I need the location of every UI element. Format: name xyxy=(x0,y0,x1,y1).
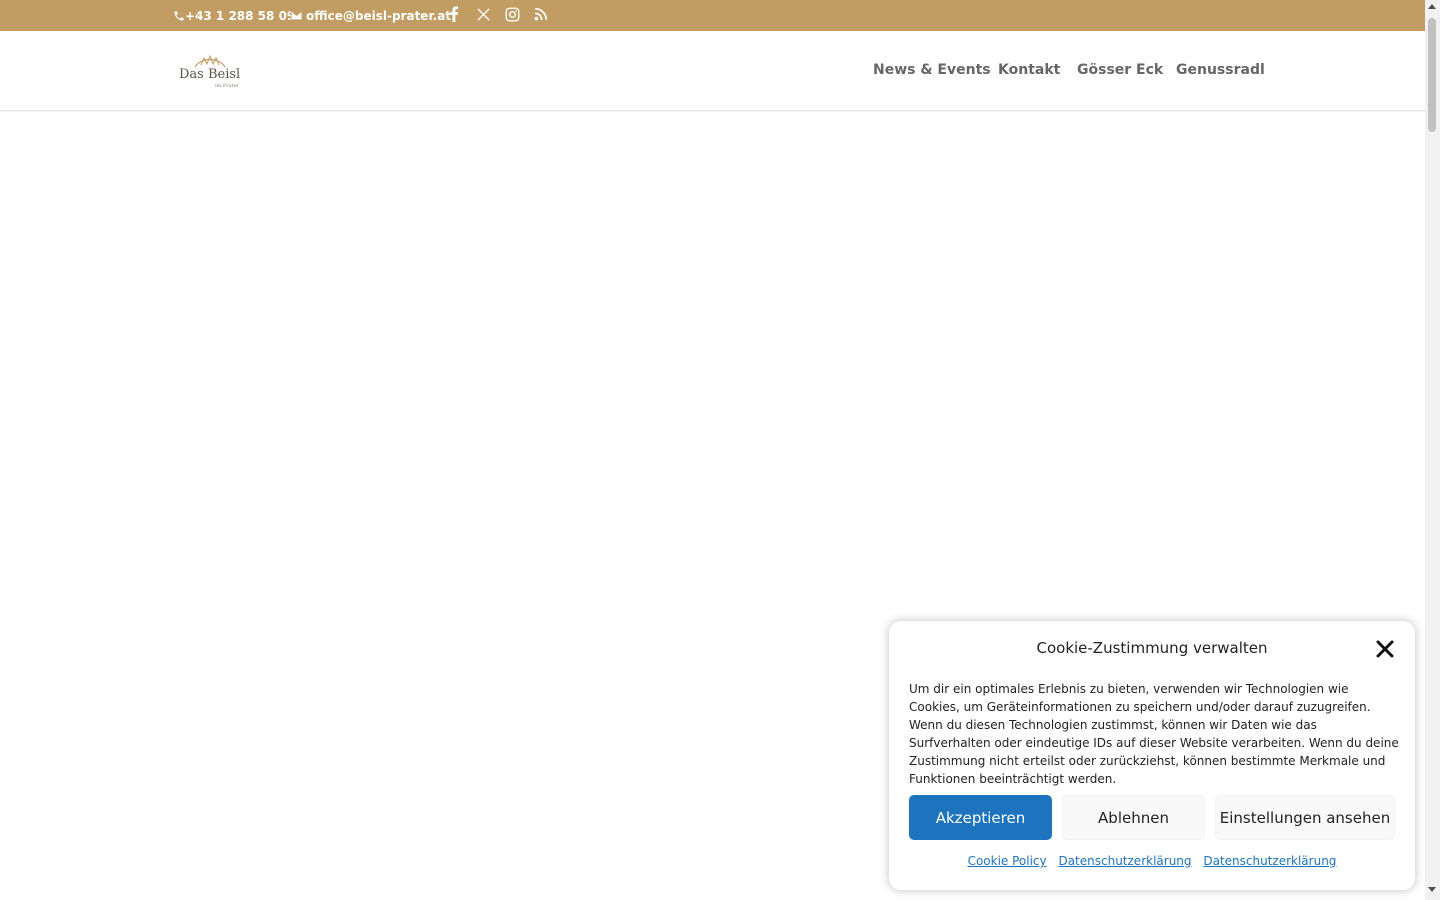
email-icon xyxy=(290,10,303,21)
site-header: Das Beisl im Prater News & Events Kontak… xyxy=(0,31,1425,111)
nav-item-genussradl[interactable]: Genussradl xyxy=(1176,62,1265,78)
facebook-icon[interactable] xyxy=(445,5,463,23)
email-contact[interactable]: office@beisl-prater.at xyxy=(290,0,451,31)
logo-text: Das Beisl xyxy=(179,67,241,82)
phone-number: +43 1 288 58 09 xyxy=(185,8,296,23)
view-preferences-button[interactable]: Einstellungen ansehen xyxy=(1215,795,1395,840)
nav-item-goesser-eck[interactable]: Gösser Eck xyxy=(1077,62,1163,78)
scroll-down-arrow-icon[interactable] xyxy=(1428,887,1436,892)
nav-item-news-events[interactable]: News & Events xyxy=(873,62,991,78)
cookie-dialog-links: Cookie Policy Datenschutzerklärung Daten… xyxy=(889,854,1415,868)
scrollbar-thumb[interactable] xyxy=(1428,18,1436,132)
privacy-policy-link[interactable]: Datenschutzerklärung xyxy=(1058,854,1191,868)
phone-icon xyxy=(174,11,184,20)
cookie-consent-dialog: Cookie-Zustimmung verwalten Um dir ein o… xyxy=(889,621,1415,890)
nav-item-kontakt[interactable]: Kontakt xyxy=(998,62,1060,78)
email-address: office@beisl-prater.at xyxy=(306,8,452,23)
cookie-dialog-title: Cookie-Zustimmung verwalten xyxy=(1036,639,1268,657)
privacy-policy-link-2[interactable]: Datenschutzerklärung xyxy=(1203,854,1336,868)
phone-contact[interactable]: +43 1 288 58 09 xyxy=(173,0,295,31)
rss-icon[interactable] xyxy=(532,5,550,23)
logo-subtext: im Prater xyxy=(215,83,240,89)
close-icon[interactable] xyxy=(1376,640,1394,658)
top-bar: +43 1 288 58 09 office@beisl-prater.at xyxy=(0,0,1425,31)
cookie-policy-link[interactable]: Cookie Policy xyxy=(968,854,1047,868)
site-logo[interactable]: Das Beisl im Prater xyxy=(179,55,241,91)
scroll-up-arrow-icon[interactable] xyxy=(1428,4,1436,9)
accept-button[interactable]: Akzeptieren xyxy=(909,795,1052,840)
instagram-icon[interactable] xyxy=(503,5,521,23)
deny-button[interactable]: Ablehnen xyxy=(1062,795,1205,840)
x-icon[interactable] xyxy=(474,5,492,23)
cookie-dialog-message: Um dir ein optimales Erlebnis zu bieten,… xyxy=(909,682,1399,786)
page-scrollbar[interactable] xyxy=(1425,0,1440,900)
